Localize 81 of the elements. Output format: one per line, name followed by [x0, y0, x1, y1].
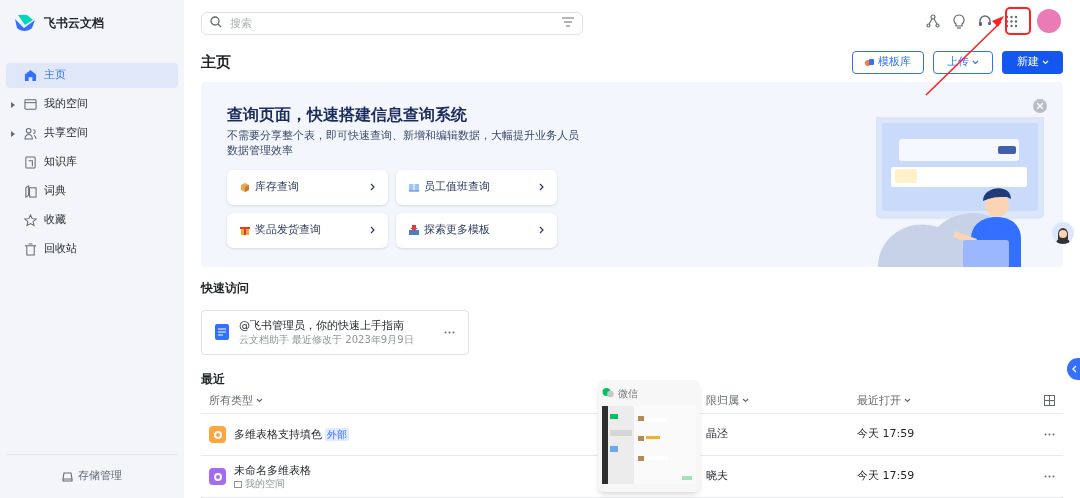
caret-right-icon[interactable]: [11, 101, 15, 108]
file-type-icon: [209, 426, 226, 443]
section-title: 最近: [201, 370, 226, 387]
trash-icon: [24, 243, 37, 256]
book-icon: [24, 185, 37, 198]
chevron-down-icon: [256, 398, 263, 404]
person-icon: [1055, 226, 1071, 244]
document-icon: [215, 324, 229, 341]
external-tag: 外部: [325, 428, 349, 441]
search-field[interactable]: 搜索: [201, 11, 583, 35]
logo-icon: [14, 14, 36, 32]
sidebar-item[interactable]: 知识库: [6, 150, 178, 175]
file-name: 未命名多维表格: [234, 463, 311, 478]
template-link[interactable]: 库存查询: [227, 169, 388, 205]
sidebar-item[interactable]: 我的空间: [6, 92, 178, 117]
column-filter[interactable]: 限归属: [706, 392, 749, 410]
card-title: @飞书管理员，你的快速上手指南: [239, 318, 405, 334]
more-icon[interactable]: [1044, 475, 1055, 478]
open-book-icon: [409, 182, 419, 193]
chevron-right-icon: [539, 226, 544, 235]
chevron-down-icon: [742, 398, 749, 404]
user-avatar[interactable]: [1037, 9, 1061, 34]
banner-title: 查询页面，快速搭建信息查询系统: [227, 103, 468, 126]
section-title: 快速访问: [201, 279, 250, 296]
chevron-down-icon: [904, 398, 911, 404]
chevron-right-icon: [370, 183, 375, 192]
chevron-down-icon: [1041, 59, 1049, 65]
new-button[interactable]: 新建: [1002, 50, 1063, 74]
caret-right-icon[interactable]: [11, 130, 15, 137]
template-library-button[interactable]: 模板库: [852, 50, 924, 74]
sidebar-item[interactable]: 词典: [6, 179, 178, 204]
search-icon: [210, 15, 222, 28]
chevron-right-icon: [370, 226, 375, 235]
chevron-left-icon: [1072, 365, 1077, 373]
page-title: 主页: [201, 51, 231, 73]
owner-name: 晶泾: [706, 427, 728, 441]
sidebar-item[interactable]: 共享空间: [6, 121, 178, 146]
star-icon: [24, 214, 37, 227]
folder-icon: [24, 98, 37, 111]
file-type-icon: [209, 468, 226, 485]
sidebar-item[interactable]: 回收站: [6, 237, 178, 262]
app-grid-icon[interactable]: [1005, 14, 1018, 28]
sidebar-item[interactable]: 收藏: [6, 208, 178, 233]
box-icon: [240, 182, 250, 193]
drive-icon: [62, 471, 73, 482]
template-link[interactable]: 奖品发货查询: [227, 212, 388, 248]
grid-view-icon[interactable]: [1044, 395, 1055, 407]
sidebar-item[interactable]: 主页: [6, 63, 178, 88]
assistant-avatar[interactable]: [1052, 222, 1074, 244]
more-icon[interactable]: [444, 330, 455, 334]
close-icon: [1037, 102, 1043, 109]
quick-access-card[interactable]: @飞书管理员，你的快速上手指南 云文档助手 最近修改于 2023年9月9日: [201, 309, 469, 355]
headset-icon[interactable]: [978, 14, 992, 29]
shapes-icon: [865, 57, 875, 67]
column-filter[interactable]: 所有类型: [209, 392, 263, 410]
folder-icon: [234, 480, 242, 488]
file-name: 多维表格支持填色: [234, 427, 322, 442]
lightbulb-icon[interactable]: [953, 13, 965, 29]
chevron-right-icon: [539, 183, 544, 192]
storage-button[interactable]: 存储管理: [62, 468, 122, 485]
inbox-icon: [409, 225, 419, 236]
template-link[interactable]: 探索更多模板: [396, 212, 557, 248]
gift-icon: [240, 225, 250, 236]
highlight-box: [1005, 7, 1031, 35]
people-icon: [24, 127, 37, 140]
more-icon[interactable]: [1044, 433, 1055, 436]
column-filter[interactable]: 最近打开: [857, 392, 911, 410]
book-icon: [24, 156, 37, 169]
app-name: 飞书云文档: [44, 15, 104, 32]
owner-name: 晓夫: [706, 469, 728, 483]
template-link[interactable]: 员工值班查询: [396, 169, 557, 205]
window-title: 微信: [618, 386, 638, 401]
home-icon: [24, 69, 37, 82]
chat-bubbles-icon: [602, 388, 614, 398]
opened-time: 今天 17:59: [857, 427, 915, 441]
file-location: 我的空间: [245, 478, 285, 490]
opened-time: 今天 17:59: [857, 469, 915, 483]
nodes-icon[interactable]: [926, 14, 940, 29]
banner-description: 不需要分享整个表，即可快速查询、新增和编辑数据，大幅提升业务人员数据管理效率: [227, 127, 580, 158]
chevron-down-icon: [972, 59, 979, 65]
card-meta: 云文档助手 最近修改于 2023年9月9日: [239, 333, 415, 347]
